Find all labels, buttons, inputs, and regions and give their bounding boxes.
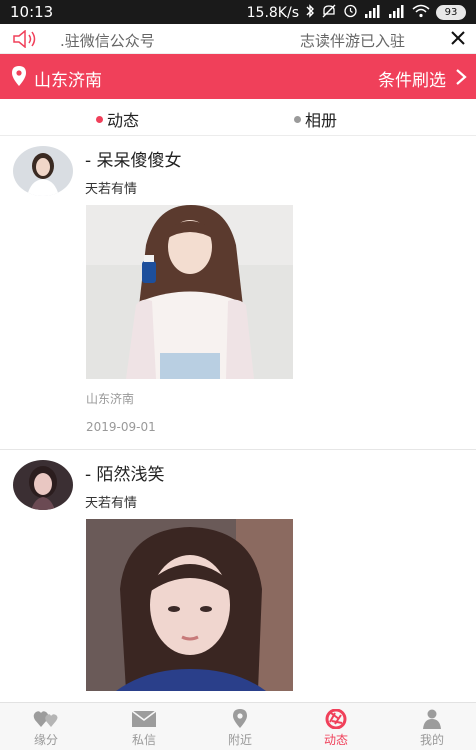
post-date: 2019-09-01	[86, 420, 156, 434]
tab-dynamic[interactable]: 动态	[96, 107, 139, 131]
current-city[interactable]: 山东济南	[34, 66, 102, 91]
post-signature: 天若有情	[85, 182, 138, 197]
nav-label: 我的	[419, 733, 444, 747]
battery-indicator: 93	[436, 5, 466, 20]
post-photo[interactable]	[86, 205, 293, 379]
active-dot-icon	[96, 115, 103, 123]
nav-nearby[interactable]: 附近	[210, 709, 270, 748]
alarm-icon	[343, 3, 358, 22]
filter-button[interactable]: 条件刷选	[378, 66, 446, 91]
nav-mine[interactable]: 我的	[402, 709, 462, 748]
post-username[interactable]: - 陌然浅笑	[85, 460, 165, 485]
tab-label: 相册	[305, 111, 338, 130]
location-header: 山东济南 条件刷选	[0, 54, 476, 99]
notice-text-right: 志读伴游已入驻	[300, 32, 406, 50]
post-username[interactable]: - 呆呆傻傻女	[85, 146, 182, 171]
status-bar: 10:13 15.8K/s 93	[0, 0, 476, 24]
camera-aperture-icon	[325, 709, 347, 729]
signal-icon	[364, 4, 382, 22]
post-photo[interactable]	[86, 519, 293, 691]
notice-text-left: .驻微信公众号	[60, 32, 155, 50]
tab-album[interactable]: 相册	[294, 107, 337, 131]
bluetooth-icon	[305, 3, 315, 22]
speaker-icon	[12, 29, 38, 49]
status-icons: 15.8K/s 93	[247, 3, 466, 22]
post-location: 山东济南	[86, 392, 135, 406]
avatar[interactable]	[13, 146, 73, 196]
location-pin-icon	[233, 709, 247, 728]
wifi-icon	[412, 4, 430, 22]
location-pin-icon	[12, 66, 26, 86]
inactive-dot-icon	[294, 115, 301, 123]
nav-label: 动态	[323, 733, 348, 747]
hearts-icon	[33, 711, 58, 727]
feed-list[interactable]: - 呆呆傻傻女 天若有情 山东济南 2019-09-01 - 陌然浅笑 天若有情	[0, 136, 476, 702]
nav-label: 私信	[131, 733, 156, 747]
post-divider	[0, 449, 476, 450]
chevron-right-icon[interactable]	[454, 68, 468, 86]
avatar[interactable]	[13, 460, 73, 510]
signal-icon-2	[388, 4, 406, 22]
nav-label: 缘分	[33, 733, 58, 747]
status-time: 10:13	[10, 3, 54, 21]
envelope-icon	[131, 710, 157, 727]
close-icon[interactable]	[448, 28, 468, 48]
bottom-navigation: 缘分 私信 附近 动态 我的	[0, 702, 476, 750]
nav-label: 附近	[227, 733, 252, 747]
nav-fate[interactable]: 缘分	[16, 709, 76, 748]
notice-bar[interactable]: .驻微信公众号 志读伴游已入驻	[0, 24, 476, 54]
nav-messages[interactable]: 私信	[114, 709, 174, 748]
post-signature: 天若有情	[85, 496, 138, 511]
network-speed: 15.8K/s	[246, 4, 299, 21]
person-icon	[423, 709, 441, 729]
content-tabs: 动态 相册	[0, 99, 476, 136]
nav-dynamic[interactable]: 动态	[306, 709, 366, 748]
tab-label: 动态	[107, 111, 140, 130]
mute-icon	[321, 4, 337, 22]
